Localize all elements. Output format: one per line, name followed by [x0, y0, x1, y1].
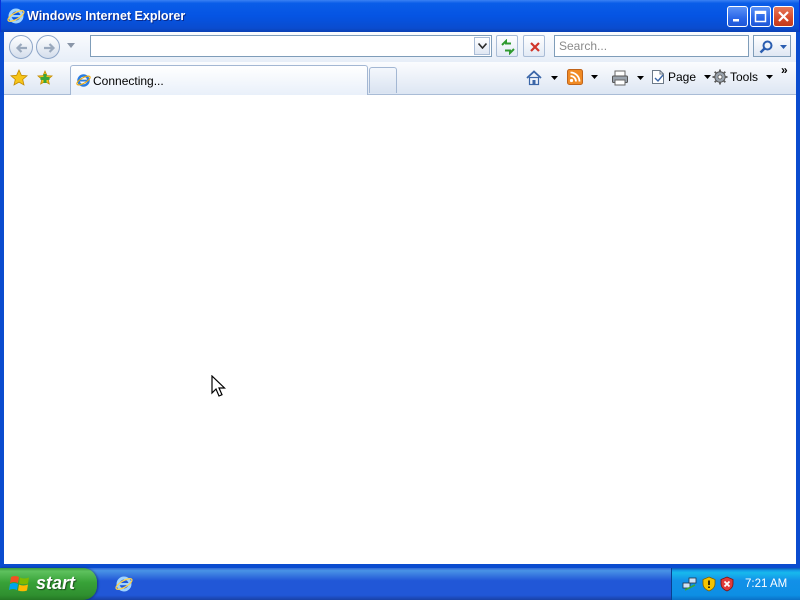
address-bar[interactable] — [90, 35, 492, 57]
network-icon[interactable] — [682, 576, 698, 592]
print-dropdown-icon — [637, 76, 645, 80]
ie-logo-icon — [76, 74, 91, 87]
add-favorite-button[interactable] — [35, 68, 55, 88]
system-tray: 7:21 AM — [671, 568, 800, 600]
command-bar: Connecting... Page Tools » — [4, 62, 796, 95]
print-button[interactable] — [611, 69, 645, 87]
tools-menu-label: Tools — [730, 70, 759, 84]
address-dropdown-button[interactable] — [474, 37, 490, 55]
search-box[interactable] — [554, 35, 749, 57]
stop-button[interactable] — [523, 35, 545, 57]
security-shield-icon[interactable] — [701, 576, 717, 592]
feeds-button[interactable] — [567, 69, 599, 87]
refresh-button[interactable] — [496, 35, 518, 57]
recent-pages-dropdown-icon[interactable] — [67, 43, 75, 48]
mouse-cursor-icon — [211, 375, 226, 397]
page-dropdown-icon — [704, 75, 712, 79]
minimize-icon — [733, 19, 739, 22]
page-menu-button[interactable]: Page — [650, 69, 712, 87]
window-frame-right — [796, 32, 800, 567]
printer-icon — [612, 70, 628, 86]
home-button[interactable] — [525, 69, 559, 87]
gear-icon — [712, 69, 728, 85]
forward-button[interactable] — [36, 35, 60, 59]
rss-icon — [567, 69, 583, 85]
security-alert-icon[interactable] — [719, 576, 735, 592]
maximize-icon — [754, 10, 767, 23]
chevron-down-icon — [478, 43, 487, 49]
refresh-icon — [501, 39, 515, 55]
add-favorite-icon — [37, 69, 53, 85]
windows-flag-icon — [9, 576, 29, 592]
home-dropdown-icon — [551, 76, 559, 80]
new-tab-button[interactable] — [369, 67, 397, 93]
magnifier-icon — [759, 40, 773, 54]
start-label: start — [36, 573, 76, 593]
star-icon — [10, 69, 28, 86]
title-bar[interactable]: Windows Internet Explorer — [0, 0, 800, 32]
navigation-bar — [4, 32, 796, 62]
tab-connecting[interactable]: Connecting... — [70, 65, 368, 95]
minimize-button[interactable] — [727, 6, 748, 27]
more-commands-chevron-icon[interactable]: » — [781, 63, 788, 77]
home-icon — [526, 70, 542, 86]
window-title: Windows Internet Explorer — [27, 9, 186, 23]
ie-logo-icon — [7, 8, 25, 24]
search-options-dropdown-icon — [780, 45, 787, 49]
maximize-button[interactable] — [750, 6, 771, 27]
favorites-center-button[interactable] — [9, 68, 29, 88]
stop-icon — [530, 42, 540, 52]
close-button[interactable] — [773, 6, 794, 27]
start-button[interactable]: start — [0, 568, 97, 600]
search-input[interactable] — [555, 36, 748, 56]
feeds-dropdown-icon — [591, 75, 599, 79]
page-menu-label: Page — [668, 70, 697, 84]
clock[interactable]: 7:21 AM — [745, 578, 787, 590]
search-button[interactable] — [753, 35, 791, 57]
tools-menu-button[interactable]: Tools — [712, 69, 774, 87]
back-arrow-icon — [15, 43, 27, 53]
forward-arrow-icon — [44, 43, 56, 53]
page-content[interactable] — [4, 95, 796, 564]
taskbar: start 7:21 AM — [0, 568, 800, 600]
ie-quicklaunch-icon[interactable] — [115, 575, 133, 593]
page-icon — [652, 70, 664, 84]
close-icon — [778, 11, 789, 22]
tab-label: Connecting... — [93, 74, 164, 88]
tools-dropdown-icon — [766, 75, 774, 79]
back-button[interactable] — [9, 35, 33, 59]
